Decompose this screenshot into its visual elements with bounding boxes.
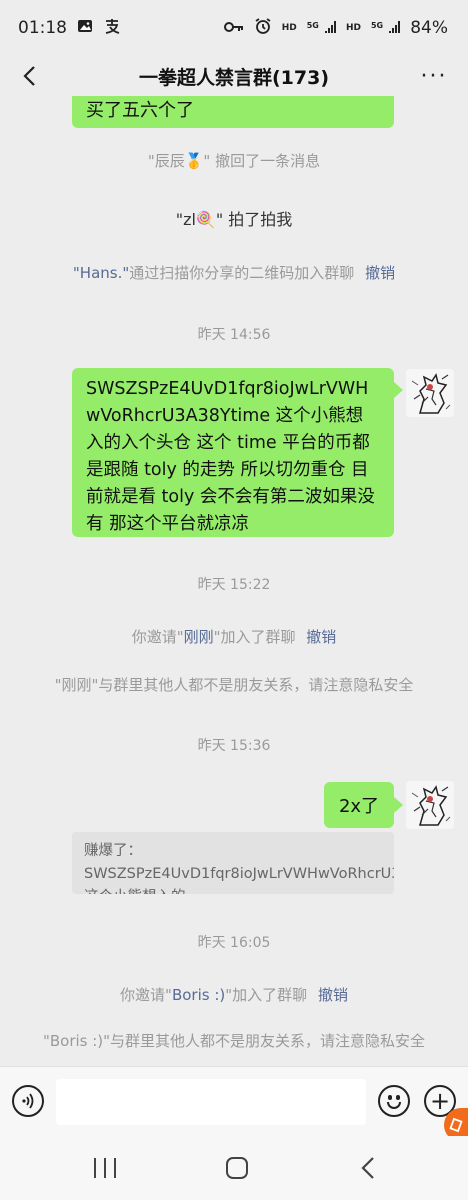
recall-text: 撤回了一条消息: [210, 152, 321, 170]
recents-bar: [104, 1158, 106, 1178]
signal-icon-2: 5G: [370, 19, 401, 38]
alarm-icon: [254, 17, 272, 39]
status-right: HD 5G HD 5G 84%: [223, 17, 448, 39]
alipay-icon: [103, 17, 121, 39]
net-label-1: 5G: [306, 20, 319, 30]
timestamp: 昨天 14:56: [197, 327, 271, 343]
invite-suffix: "加入了群聊: [213, 628, 296, 646]
revoke-link[interactable]: 撤销: [318, 986, 348, 1004]
revoke-link[interactable]: 撤销: [306, 628, 336, 646]
avatar-image: [406, 781, 454, 829]
avatar-image: [406, 369, 454, 417]
revoke-link[interactable]: 撤销: [365, 264, 395, 282]
voice-icon: [22, 1093, 34, 1109]
more-icon: ···: [420, 63, 448, 89]
timestamp: 昨天 16:05: [197, 935, 271, 951]
recall-user: "辰辰🥇": [147, 152, 211, 170]
back-button[interactable]: [14, 60, 46, 92]
hd-label-2: HD: [345, 22, 361, 33]
quote-text: 赚爆了：SWSZSPzE4UvD1fqr8ioJwLrVWHwVoRhcrU3A…: [84, 843, 394, 894]
message-input[interactable]: [56, 1079, 366, 1125]
system-message-invite-boris: 你邀请"Boris :)"加入了群聊 撤销: [0, 984, 468, 1005]
emoji-eye-right: [396, 1095, 400, 1100]
status-left: 01:18: [18, 17, 121, 39]
system-message-privacy: "刚刚"与群里其他人都不是朋友关系，请注意隐私安全: [54, 676, 414, 694]
timestamp: 昨天 15:22: [197, 577, 271, 593]
voice-button[interactable]: [12, 1085, 44, 1117]
message-text: SWSZSPzE4UvD1fqr8ioJwLrVWHwVoRhcrU3A38Yt…: [86, 379, 375, 534]
emoji-eye-left: [388, 1095, 392, 1100]
input-bar: +: [0, 1066, 468, 1136]
status-time: 01:18: [18, 18, 67, 38]
system-message-pat: "zl🍭" 拍了拍我: [0, 206, 468, 230]
status-bar: 01:18 HD 5G HD 5G 84%: [0, 0, 468, 56]
message-bubble-short[interactable]: 2x了: [324, 782, 394, 828]
message-text: 2x了: [338, 796, 380, 817]
recents-button[interactable]: [94, 1158, 116, 1178]
battery-level: 84%: [410, 18, 448, 38]
join-user-hans[interactable]: "Hans.": [73, 264, 129, 282]
chat-title: 一拳超人禁言群(173): [138, 66, 330, 89]
timestamp: 昨天 15:36: [197, 738, 271, 754]
gallery-icon: [77, 18, 93, 38]
invite-user-boris[interactable]: Boris :): [172, 986, 225, 1004]
recents-bar: [94, 1158, 96, 1178]
emoji-button[interactable]: [378, 1085, 410, 1117]
more-options-button[interactable]: ···: [418, 60, 450, 92]
key-icon: [223, 19, 244, 38]
invite-suffix: "加入了群聊: [225, 986, 308, 1004]
message-bubble-top[interactable]: 买了五六个了: [72, 96, 394, 128]
system-message-recall: "辰辰🥇" 撤回了一条消息: [0, 150, 468, 171]
recents-bar: [114, 1158, 116, 1178]
bubble-tail: [394, 797, 403, 813]
system-message-privacy: "Boris :)"与群里其他人都不是朋友关系，请注意隐私安全: [42, 1032, 426, 1050]
invite-prefix: 你邀请": [131, 628, 184, 646]
message-bubble-long[interactable]: SWSZSPzE4UvD1fqr8ioJwLrVWHwVoRhcrU3A38Yt…: [72, 368, 394, 537]
avatar[interactable]: [406, 369, 454, 417]
invite-prefix: 你邀请": [120, 986, 172, 1004]
back-chevron-icon: [361, 1157, 374, 1179]
message-text: 买了五六个了: [86, 100, 194, 121]
quoted-message[interactable]: 赚爆了：SWSZSPzE4UvD1fqr8ioJwLrVWHwVoRhcrU3A…: [72, 832, 394, 894]
pat-user: "zl🍭": [175, 210, 224, 229]
emoji-mouth: [387, 1102, 401, 1109]
net-label-2: 5G: [370, 20, 384, 30]
system-message-invite-gang: 你邀请"刚刚"加入了群聊 撤销: [0, 626, 468, 647]
chat-header: 一拳超人禁言群(173) ···: [0, 56, 468, 96]
avatar[interactable]: [406, 781, 454, 829]
pat-text: 拍了拍我: [223, 210, 293, 229]
nav-back-button[interactable]: [358, 1156, 380, 1180]
system-message-join-qr: "Hans."通过扫描你分享的二维码加入群聊 撤销: [0, 262, 468, 283]
hd-label-1: HD: [281, 22, 297, 33]
chevron-left-icon: [23, 66, 35, 86]
home-button[interactable]: [226, 1157, 248, 1179]
bubble-tail: [394, 382, 403, 398]
invite-user-gang[interactable]: 刚刚: [184, 628, 214, 646]
chat-messages[interactable]: 买了五六个了 "辰辰🥇" 撤回了一条消息 "zl🍭" 拍了拍我 "Hans."通…: [0, 96, 468, 1066]
signal-icon-1: 5G: [307, 19, 336, 38]
system-nav-bar: [0, 1136, 468, 1200]
join-text: 通过扫描你分享的二维码加入群聊: [129, 264, 355, 282]
